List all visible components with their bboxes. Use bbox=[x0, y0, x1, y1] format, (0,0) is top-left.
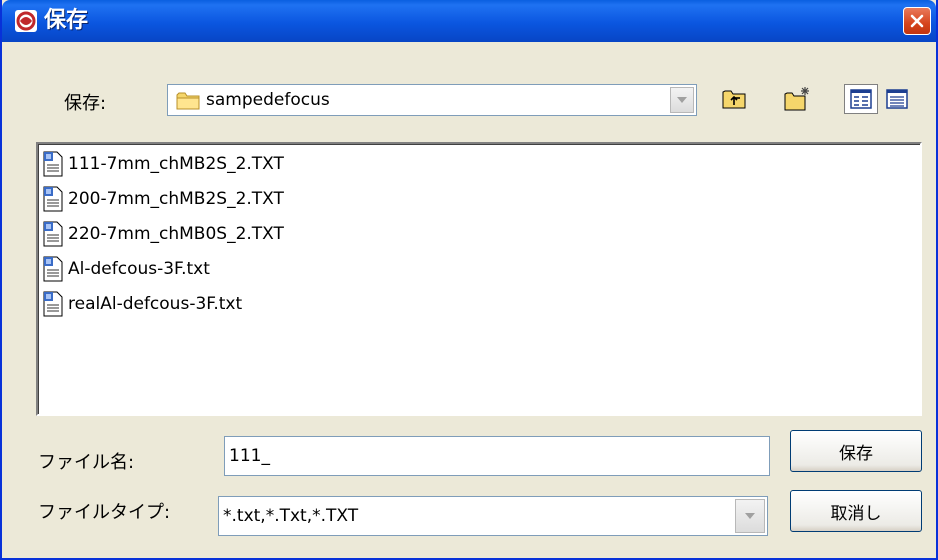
text-file-icon bbox=[43, 186, 63, 212]
file-name: 220-7mm_chMB0S_2.TXT bbox=[68, 224, 284, 244]
list-view-icon bbox=[850, 89, 872, 109]
filetype-label: ファイルタイプ: bbox=[38, 502, 171, 523]
up-folder-icon bbox=[722, 90, 746, 109]
close-icon bbox=[910, 14, 924, 28]
up-folder-button[interactable] bbox=[719, 84, 749, 114]
file-name: 111-7mm_chMB2S_2.TXT bbox=[68, 154, 284, 174]
folder-icon bbox=[176, 92, 200, 110]
list-item[interactable]: 111-7mm_chMB2S_2.TXT bbox=[42, 148, 284, 180]
details-view-button[interactable] bbox=[880, 84, 914, 114]
save-button[interactable]: 保存 bbox=[790, 430, 922, 472]
save-in-value: sampedefocus bbox=[206, 90, 330, 110]
filename-label: ファイル名: bbox=[38, 452, 135, 473]
list-item[interactable]: 220-7mm_chMB0S_2.TXT bbox=[42, 218, 284, 250]
app-icon bbox=[15, 10, 37, 32]
file-list[interactable]: 111-7mm_chMB2S_2.TXT 200-7mm_chMB2S_2.TX… bbox=[36, 142, 922, 416]
save-in-label: 保存: bbox=[64, 93, 107, 114]
close-button[interactable] bbox=[903, 7, 931, 35]
chevron-down-icon bbox=[677, 97, 687, 103]
list-item[interactable]: Al-defcous-3F.txt bbox=[42, 253, 210, 285]
chevron-down-icon bbox=[745, 513, 755, 519]
list-item[interactable]: 200-7mm_chMB2S_2.TXT bbox=[42, 183, 284, 215]
text-file-icon bbox=[43, 221, 63, 247]
window-title: 保存 bbox=[44, 8, 89, 33]
filetype-dropdown[interactable]: *.txt,*.Txt,*.TXT bbox=[218, 496, 768, 536]
file-name: Al-defcous-3F.txt bbox=[68, 259, 210, 279]
new-folder-icon bbox=[784, 87, 809, 111]
filetype-value: *.txt,*.Txt,*.TXT bbox=[223, 506, 359, 526]
new-folder-button[interactable] bbox=[782, 84, 812, 114]
text-file-icon bbox=[43, 256, 63, 282]
list-item[interactable]: realAl-defcous-3F.txt bbox=[42, 288, 242, 320]
filename-field[interactable]: 111_ bbox=[224, 436, 770, 476]
list-view-button[interactable] bbox=[844, 84, 878, 114]
details-view-icon bbox=[886, 89, 908, 109]
text-file-icon bbox=[43, 151, 63, 177]
file-name: 200-7mm_chMB2S_2.TXT bbox=[68, 189, 284, 209]
save-in-arrow[interactable] bbox=[670, 87, 694, 113]
cancel-button[interactable]: 取消し bbox=[790, 490, 922, 532]
filename-value: 111_ bbox=[229, 446, 270, 466]
save-in-dropdown[interactable]: sampedefocus bbox=[167, 84, 697, 116]
save-dialog: 保存 保存: sampedefocus 111-7mm_chMB2S_2.TXT… bbox=[0, 0, 938, 560]
text-file-icon bbox=[43, 291, 63, 317]
file-name: realAl-defcous-3F.txt bbox=[68, 294, 243, 314]
filetype-arrow[interactable] bbox=[735, 499, 765, 533]
title-bar[interactable]: 保存 bbox=[2, 0, 936, 42]
